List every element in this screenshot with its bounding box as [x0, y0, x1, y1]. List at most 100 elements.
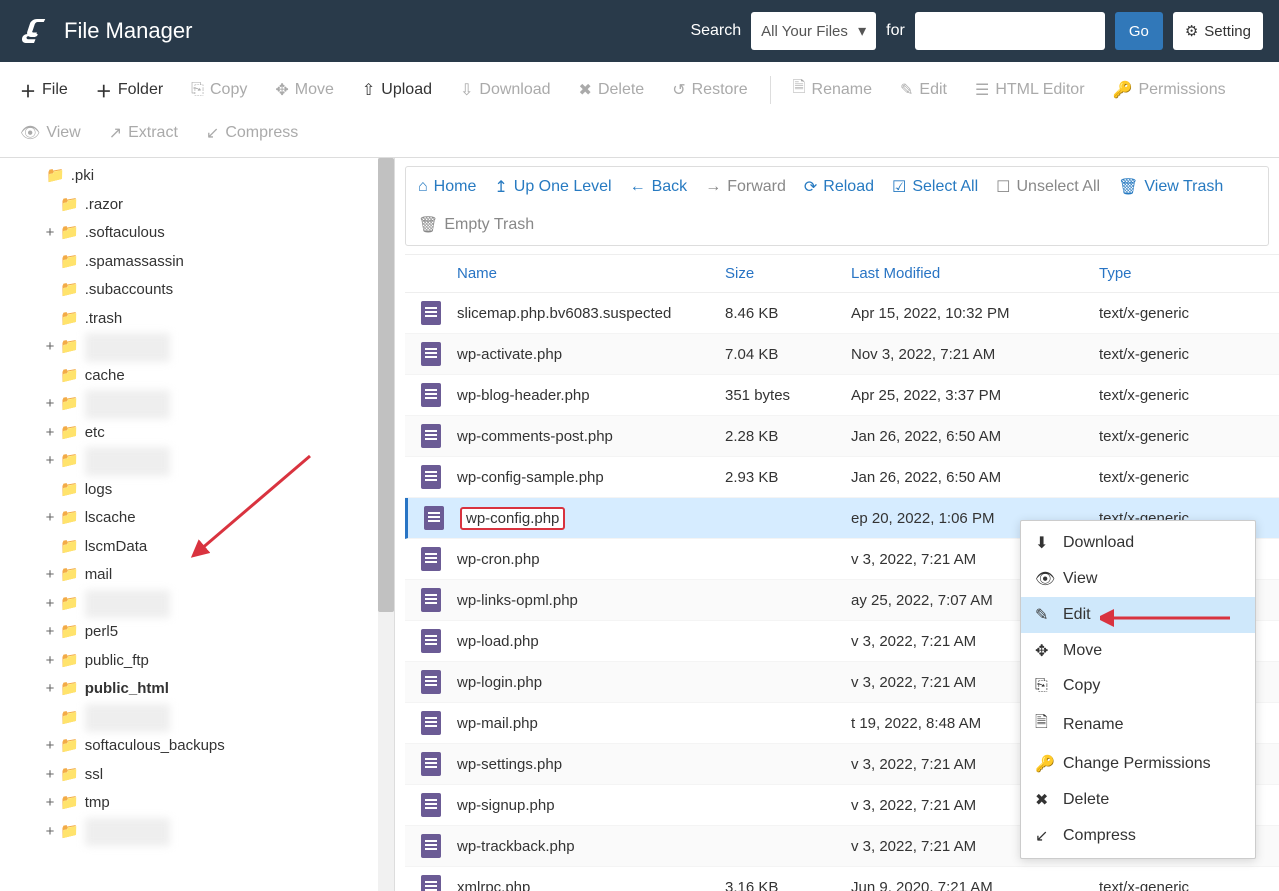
- reload-link[interactable]: ⟳Reload: [804, 177, 874, 197]
- upload-button[interactable]: ⇧Upload: [350, 72, 444, 108]
- forward-link[interactable]: →Forward: [705, 178, 786, 196]
- view-button[interactable]: 👁View: [8, 115, 93, 151]
- tree-expander[interactable]: +: [44, 789, 56, 818]
- tree-item[interactable]: +📁tmp: [30, 789, 394, 818]
- tree-item[interactable]: +📁hidden: [30, 818, 394, 847]
- table-row[interactable]: wp-activate.php7.04 KBNov 3, 2022, 7:21 …: [405, 334, 1279, 375]
- go-button[interactable]: Go: [1115, 12, 1163, 50]
- file-name: wp-login.php: [457, 674, 725, 691]
- extract-button[interactable]: ↗Extract: [97, 115, 190, 151]
- up-one-level-link[interactable]: ↥Up One Level: [494, 177, 611, 197]
- tree-item[interactable]: +📁public_html: [30, 675, 394, 704]
- delete-button[interactable]: ✖Delete: [567, 72, 657, 108]
- tree-item[interactable]: +📁etc: [30, 419, 394, 448]
- file-name: wp-cron.php: [457, 551, 725, 568]
- new-file-button[interactable]: ＋File: [8, 70, 80, 110]
- tree-item-label: hidden: [85, 333, 170, 362]
- context-menu-item[interactable]: ↙Compress: [1021, 818, 1255, 854]
- tree-item[interactable]: +📁lscache: [30, 504, 394, 533]
- context-menu-label: Copy: [1063, 677, 1100, 695]
- tree-item-label: .spamassassin: [85, 248, 184, 277]
- tree-expander[interactable]: +: [44, 447, 56, 476]
- tree-item[interactable]: 📁.pki: [30, 162, 394, 191]
- tree-item[interactable]: +📁ssl: [30, 761, 394, 790]
- tree-item[interactable]: 📁lscmData: [30, 533, 394, 562]
- compress-button[interactable]: ↙Compress: [194, 115, 310, 151]
- tree-item[interactable]: +📁hidden: [30, 590, 394, 619]
- col-header-name[interactable]: Name: [457, 265, 725, 282]
- context-menu-item[interactable]: 🔑Change Permissions: [1021, 746, 1255, 782]
- new-folder-button[interactable]: ＋Folder: [84, 70, 175, 110]
- permissions-button[interactable]: 🔑Permissions: [1101, 72, 1238, 108]
- search-scope-select[interactable]: All Your Files: [751, 12, 876, 50]
- tree-item[interactable]: +📁hidden: [30, 333, 394, 362]
- copy-button[interactable]: ⎘Copy: [179, 73, 259, 107]
- file-type: text/x-generic: [1099, 387, 1279, 404]
- tree-expander[interactable]: +: [44, 561, 56, 590]
- file-size: 3.16 KB: [725, 879, 851, 891]
- tree-expander[interactable]: +: [44, 333, 56, 362]
- tree-item[interactable]: +📁hidden: [30, 447, 394, 476]
- tree-item[interactable]: 📁.trash: [30, 305, 394, 334]
- context-menu-item[interactable]: ✖Delete: [1021, 782, 1255, 818]
- table-row[interactable]: wp-comments-post.php2.28 KBJan 26, 2022,…: [405, 416, 1279, 457]
- rename-button[interactable]: 🗎Rename: [781, 68, 884, 111]
- html-editor-button[interactable]: ☰HTML Editor: [963, 72, 1097, 108]
- empty-trash-link[interactable]: 🗑Empty Trash: [418, 215, 534, 235]
- restore-button[interactable]: ↺Restore: [660, 72, 759, 108]
- folder-icon: 📁: [60, 675, 79, 704]
- tree-expander[interactable]: +: [44, 390, 56, 419]
- table-row[interactable]: wp-blog-header.php351 bytesApr 25, 2022,…: [405, 375, 1279, 416]
- context-menu-item[interactable]: 👁View: [1021, 561, 1255, 597]
- tree-expander[interactable]: +: [44, 675, 56, 704]
- sidebar-scrollbar-thumb[interactable]: [378, 158, 394, 612]
- sidebar-scrollbar[interactable]: [378, 158, 394, 891]
- tree-item[interactable]: 📁hidden: [30, 704, 394, 733]
- col-header-size[interactable]: Size: [725, 265, 851, 282]
- move-button[interactable]: ✥Move: [263, 72, 346, 108]
- table-row[interactable]: slicemap.php.bv6083.suspected8.46 KBApr …: [405, 293, 1279, 334]
- context-menu-item[interactable]: 🗎Rename: [1021, 703, 1255, 746]
- tree-item[interactable]: 📁cache: [30, 362, 394, 391]
- tree-item[interactable]: 📁.spamassassin: [30, 248, 394, 277]
- tree-item[interactable]: +📁.softaculous: [30, 219, 394, 248]
- tree-item[interactable]: +📁perl5: [30, 618, 394, 647]
- tree-expander[interactable]: +: [44, 647, 56, 676]
- context-menu-item[interactable]: ✥Move: [1021, 633, 1255, 669]
- context-menu-icon: ✥: [1035, 641, 1053, 661]
- context-menu-item[interactable]: ⎘Copy: [1021, 669, 1255, 703]
- table-row[interactable]: xmlrpc.php3.16 KBJun 9, 2020, 7:21 AMtex…: [405, 867, 1279, 891]
- download-button[interactable]: ⇩Download: [448, 72, 563, 108]
- search-input[interactable]: [915, 12, 1105, 50]
- tree-item-label: hidden: [85, 590, 170, 619]
- tree-item[interactable]: 📁.razor: [30, 191, 394, 220]
- context-menu-item[interactable]: ⬇Download: [1021, 525, 1255, 561]
- tree-expander[interactable]: +: [44, 504, 56, 533]
- tree-expander[interactable]: +: [44, 818, 56, 847]
- col-header-type[interactable]: Type: [1099, 265, 1279, 282]
- view-trash-link[interactable]: 🗑View Trash: [1118, 177, 1223, 197]
- tree-item[interactable]: 📁.subaccounts: [30, 276, 394, 305]
- unselect-all-link[interactable]: ☐Unselect All: [996, 177, 1100, 197]
- back-link[interactable]: ←Back: [630, 178, 688, 196]
- context-menu-item[interactable]: ✎Edit: [1021, 597, 1255, 633]
- tree-expander[interactable]: +: [44, 618, 56, 647]
- home-link[interactable]: ⌂Home: [418, 178, 476, 196]
- context-menu-label: Rename: [1063, 716, 1123, 734]
- tree-item[interactable]: +📁public_ftp: [30, 647, 394, 676]
- tree-expander[interactable]: +: [44, 590, 56, 619]
- tree-item[interactable]: +📁mail: [30, 561, 394, 590]
- table-row[interactable]: wp-config-sample.php2.93 KBJan 26, 2022,…: [405, 457, 1279, 498]
- file-type: text/x-generic: [1099, 305, 1279, 322]
- tree-expander[interactable]: +: [44, 419, 56, 448]
- settings-button[interactable]: ⚙ Setting: [1173, 12, 1263, 50]
- tree-expander[interactable]: +: [44, 761, 56, 790]
- edit-button[interactable]: ✎Edit: [888, 72, 959, 108]
- tree-expander[interactable]: +: [44, 732, 56, 761]
- select-all-link[interactable]: ☑Select All: [892, 177, 978, 197]
- tree-item[interactable]: +📁softaculous_backups: [30, 732, 394, 761]
- tree-expander[interactable]: +: [44, 219, 56, 248]
- tree-item[interactable]: 📁logs: [30, 476, 394, 505]
- tree-item[interactable]: +📁hidden: [30, 390, 394, 419]
- col-header-modified[interactable]: Last Modified: [851, 265, 1099, 282]
